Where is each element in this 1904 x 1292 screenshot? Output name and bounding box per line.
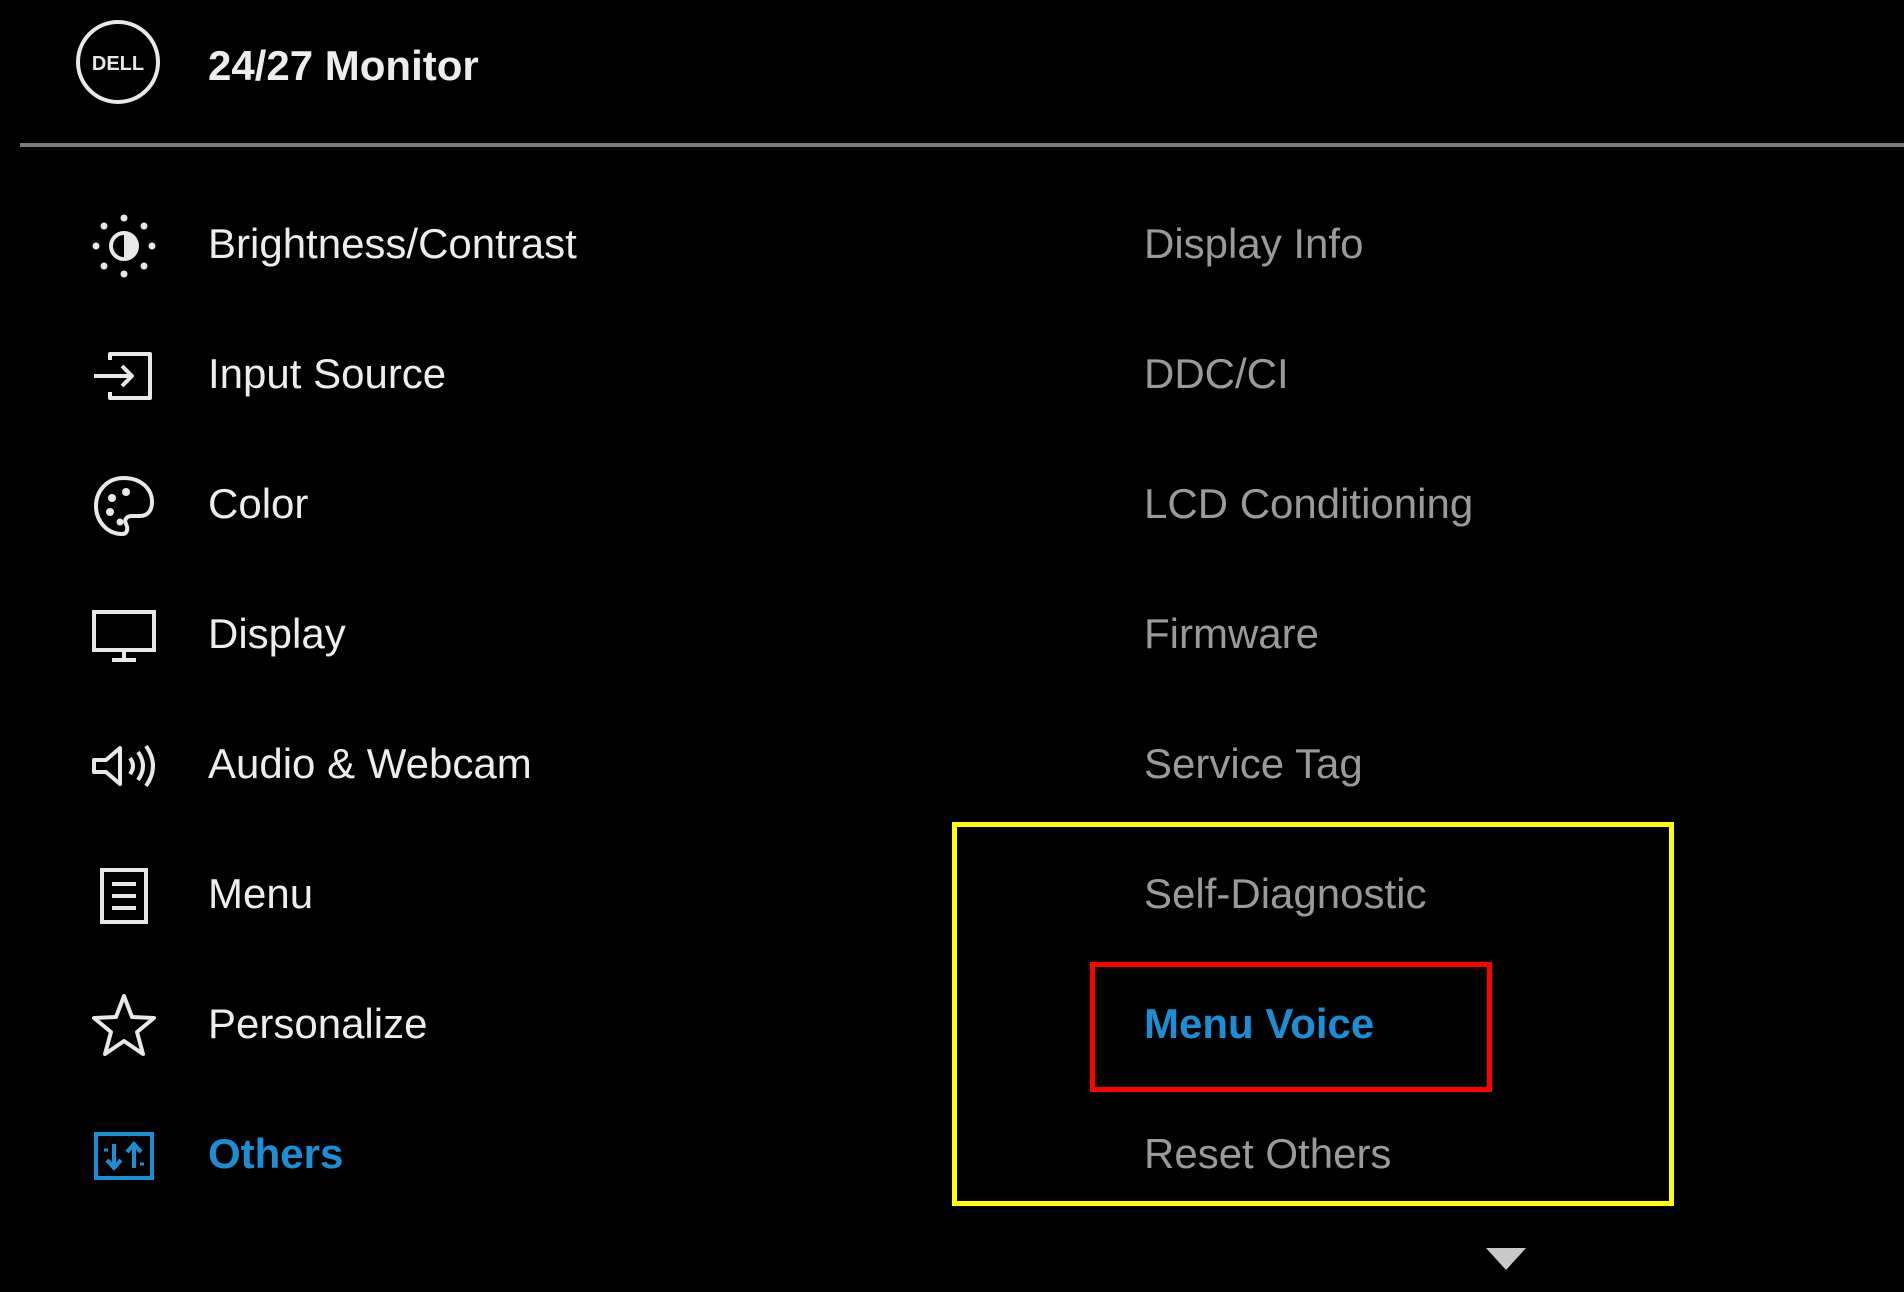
main-menu-item-brightness-contrast[interactable]: Brightness/Contrast	[0, 180, 900, 300]
menu-list-icon	[88, 860, 160, 932]
main-menu-item-label: Menu	[208, 870, 314, 917]
main-menu-item-label: Input Source	[208, 350, 447, 397]
header-divider	[20, 143, 1904, 147]
main-menu-item-audio-webcam[interactable]: Audio & Webcam	[0, 700, 900, 820]
star-icon	[88, 990, 160, 1062]
main-menu-item-label: Audio & Webcam	[208, 740, 532, 787]
dell-logo: DELL	[74, 18, 162, 106]
main-menu-item-others[interactable]: Others	[0, 1090, 900, 1210]
speaker-icon	[88, 730, 160, 802]
submenu-item-label: LCD Conditioning	[1144, 480, 1474, 527]
submenu-item-label: Service Tag	[1144, 740, 1363, 787]
svg-text:DELL: DELL	[92, 53, 144, 75]
palette-icon	[88, 470, 160, 542]
submenu-item-label: Firmware	[1144, 610, 1319, 657]
main-menu-item-color[interactable]: Color	[0, 440, 900, 560]
monitor-title: 24/27 Monitor	[208, 42, 479, 89]
submenu-item-ddc-ci[interactable]: DDC/CI	[1100, 310, 1800, 430]
highlight-box-red	[1090, 962, 1492, 1092]
scroll-down-arrow-icon[interactable]	[1484, 1246, 1528, 1272]
main-menu-item-label: Personalize	[208, 1000, 428, 1047]
main-menu-item-label: Color	[208, 480, 309, 527]
main-menu-item-input-source[interactable]: Input Source	[0, 310, 900, 430]
main-menu-item-personalize[interactable]: Personalize	[0, 960, 900, 1080]
submenu-item-firmware[interactable]: Firmware	[1100, 570, 1800, 690]
submenu-item-display-info[interactable]: Display Info	[1100, 180, 1800, 300]
brightness-icon	[88, 210, 160, 282]
main-menu-item-display[interactable]: Display	[0, 570, 900, 690]
main-menu-item-label: Display	[208, 610, 346, 657]
main-menu-item-menu[interactable]: Menu	[0, 830, 900, 950]
osd-header: DELL 24/27 Monitor	[0, 0, 1904, 147]
submenu-item-lcd-conditioning[interactable]: LCD Conditioning	[1100, 440, 1800, 560]
submenu-item-service-tag[interactable]: Service Tag	[1100, 700, 1800, 820]
monitor-icon	[88, 600, 160, 672]
others-icon	[88, 1120, 160, 1192]
main-menu-item-label: Brightness/Contrast	[208, 220, 577, 267]
submenu-item-label: DDC/CI	[1144, 350, 1289, 397]
main-menu-item-label: Others	[208, 1130, 344, 1177]
submenu-item-label: Display Info	[1144, 220, 1364, 267]
input-source-icon	[88, 340, 160, 412]
